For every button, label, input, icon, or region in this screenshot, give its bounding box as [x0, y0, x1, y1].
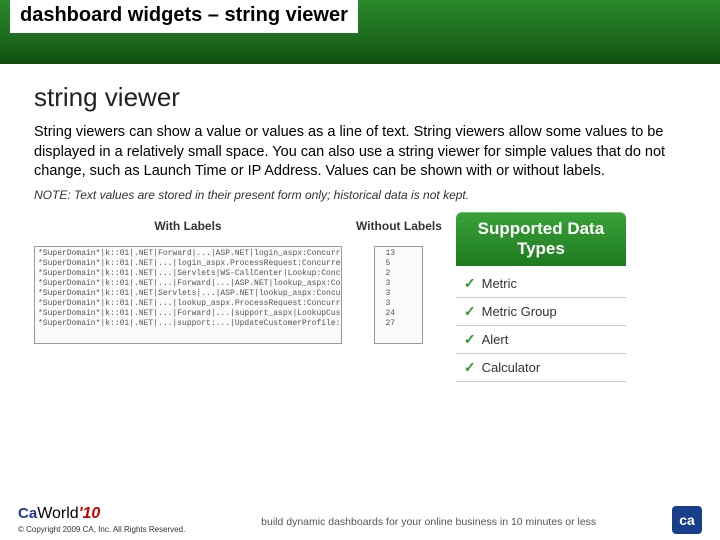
footer: CaWorld'10 © Copyright 2009 CA, Inc. All…: [0, 505, 720, 534]
supported-header: Supported Data Types: [456, 212, 626, 267]
ca-badge-icon: [672, 506, 702, 534]
footer-left: CaWorld'10 © Copyright 2009 CA, Inc. All…: [18, 505, 185, 534]
supported-item-label: Metric: [482, 276, 517, 291]
logo-ten: '10: [79, 505, 101, 522]
without-labels-heading: Without Labels: [356, 212, 442, 240]
section-note: NOTE: Text values are stored in their pr…: [34, 188, 686, 202]
supported-box: Supported Data Types ✓ Metric ✓ Metric Gro…: [456, 212, 626, 383]
check-icon: ✓: [464, 331, 476, 348]
col-with-labels: With Labels *SuperDomain*|k::01|.NET|For…: [34, 212, 342, 344]
viewer-with-labels: *SuperDomain*|k::01|.NET|Forward|...|ASP…: [34, 246, 342, 344]
viewer-without-labels: 13 5 2 3 3 3 24 27: [374, 246, 423, 344]
content-area: string viewer String viewers can show a …: [0, 64, 720, 382]
logo-world: World: [37, 505, 79, 522]
header-title: dashboard widgets – string viewer: [20, 4, 348, 26]
check-icon: ✓: [464, 359, 476, 376]
supported-item-label: Calculator: [482, 360, 541, 375]
copyright: © Copyright 2009 CA, Inc. All Rights Res…: [18, 525, 185, 534]
check-icon: ✓: [464, 303, 476, 320]
supported-item-label: Alert: [482, 332, 509, 347]
check-icon: ✓: [464, 275, 476, 292]
section-title: string viewer: [34, 82, 686, 113]
supported-item-metric: ✓ Metric: [456, 270, 626, 298]
supported-item-calculator: ✓ Calculator: [456, 354, 626, 382]
supported-item-label: Metric Group: [482, 304, 557, 319]
with-labels-heading: With Labels: [154, 212, 221, 240]
footer-tagline: build dynamic dashboards for your online…: [185, 516, 672, 534]
header-title-wrap: dashboard widgets – string viewer: [10, 0, 358, 33]
logo-ca: Ca: [18, 505, 37, 522]
col-without-labels: Without Labels 13 5 2 3 3 3 24 27: [356, 212, 442, 344]
supported-list: ✓ Metric ✓ Metric Group ✓ Alert ✓ Calculator: [456, 266, 626, 382]
footer-logo: CaWorld'10: [18, 505, 185, 523]
columns-row: With Labels *SuperDomain*|k::01|.NET|For…: [34, 212, 686, 383]
section-body: String viewers can show a value or value…: [34, 123, 686, 182]
supported-item-alert: ✓ Alert: [456, 326, 626, 354]
header-bar: dashboard widgets – string viewer: [0, 0, 720, 64]
supported-item-metric-group: ✓ Metric Group: [456, 298, 626, 326]
